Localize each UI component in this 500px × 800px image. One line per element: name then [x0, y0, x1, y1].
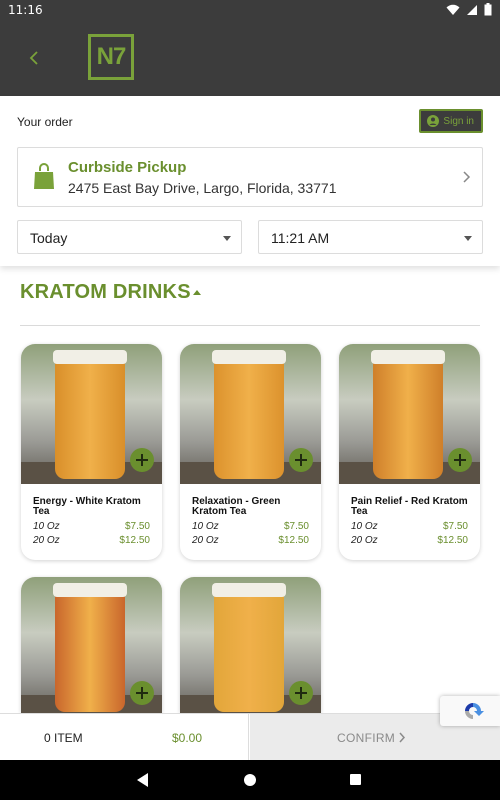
drink-glass-image — [214, 587, 284, 712]
battery-icon — [484, 3, 492, 16]
price-row: 20 Oz $12.50 — [33, 535, 150, 547]
size-label: 10 Oz — [351, 521, 378, 532]
product-card[interactable]: Relaxation - Green Kratom Tea 10 Oz $7.50 2… — [180, 344, 321, 560]
recaptcha-icon — [465, 703, 484, 719]
product-image — [21, 577, 162, 713]
pickup-address: 2475 East Bay Drive, Largo, Florida, 337… — [68, 180, 337, 196]
back-arrow-icon[interactable] — [22, 46, 46, 70]
drink-foam — [53, 350, 127, 364]
product-image — [339, 344, 480, 484]
chevron-right-icon — [399, 732, 406, 743]
nav-back-icon[interactable] — [136, 772, 150, 788]
system-nav-bar — [0, 760, 500, 800]
shopping-bag-icon — [34, 163, 54, 189]
confirm-label: CONFIRM — [337, 731, 396, 745]
nav-home-icon[interactable] — [244, 774, 256, 786]
logo: N7 — [88, 34, 134, 80]
price-value: $12.50 — [119, 535, 150, 546]
size-label: 20 Oz — [192, 535, 219, 546]
pickup-title: Curbside Pickup — [68, 159, 187, 176]
add-to-cart-plus-icon[interactable] — [289, 681, 313, 705]
product-card[interactable] — [180, 577, 321, 713]
nav-recent-icon[interactable] — [350, 774, 361, 785]
your-order-label: Your order — [17, 115, 73, 129]
pickup-day-value: Today — [30, 230, 68, 246]
size-label: 20 Oz — [33, 535, 60, 546]
drink-glass-image — [373, 354, 443, 479]
chevron-right-icon — [463, 171, 471, 183]
add-to-cart-plus-icon[interactable] — [448, 448, 472, 472]
pickup-time-value: 11:21 AM — [271, 230, 330, 246]
divider — [20, 325, 480, 326]
price-row: 10 Oz $7.50 — [33, 521, 150, 533]
cart-item-count: 0 ITEM — [44, 731, 83, 745]
drink-glass-image — [55, 354, 125, 479]
cart-bar: 0 ITEM $0.00 CONFIRM — [0, 713, 500, 761]
price-value: $7.50 — [442, 521, 468, 532]
product-name: Energy - White Kratom Tea — [33, 496, 141, 517]
price-row: 20 Oz $12.50 — [192, 535, 309, 547]
status-bar: 11:16 — [0, 0, 500, 20]
recaptcha-badge[interactable] — [440, 696, 500, 726]
price-value: $12.50 — [278, 535, 309, 546]
chevron-down-icon — [223, 236, 231, 241]
size-label: 10 Oz — [192, 521, 219, 532]
product-card[interactable]: Pain Relief - Red Kratom Tea 10 Oz $7.50 20… — [339, 344, 480, 560]
app-header: N7 — [0, 20, 500, 96]
sign-in-button[interactable]: Sign in — [419, 109, 483, 133]
product-image — [180, 344, 321, 484]
cart-total: $0.00 — [172, 731, 203, 745]
product-image — [21, 344, 162, 484]
pickup-time-select[interactable]: 11:21 AM — [258, 220, 483, 254]
status-time: 11:16 — [8, 3, 43, 17]
drink-foam — [212, 583, 286, 597]
signal-icon — [467, 4, 477, 15]
price-value: $7.50 — [283, 521, 309, 532]
price-value: $7.50 — [124, 521, 150, 532]
status-icons — [446, 3, 492, 16]
size-label: 10 Oz — [33, 521, 60, 532]
price-row: 10 Oz $7.50 — [351, 521, 468, 533]
cart-summary[interactable]: 0 ITEM $0.00 — [0, 714, 249, 761]
sign-in-label: Sign in — [443, 115, 474, 127]
add-to-cart-plus-icon[interactable] — [289, 448, 313, 472]
drink-foam — [371, 350, 445, 364]
product-name: Pain Relief - Red Kratom Tea — [351, 496, 468, 517]
chevron-down-icon — [464, 236, 472, 241]
size-label: 20 Oz — [351, 535, 378, 546]
pickup-day-select[interactable]: Today — [17, 220, 242, 254]
category-title[interactable]: KRATOM DRINKS — [20, 281, 191, 304]
pickup-location-card[interactable]: Curbside Pickup 2475 East Bay Drive, Lar… — [17, 147, 483, 207]
logo-text: N7 — [96, 43, 127, 70]
drink-glass-image — [55, 587, 125, 712]
drink-glass-image — [214, 354, 284, 479]
add-to-cart-plus-icon[interactable] — [130, 681, 154, 705]
price-value: $12.50 — [437, 535, 468, 546]
collapse-caret-icon[interactable] — [193, 290, 201, 295]
drink-foam — [53, 583, 127, 597]
product-name: Relaxation - Green Kratom Tea — [192, 496, 281, 517]
product-image — [180, 577, 321, 713]
add-to-cart-plus-icon[interactable] — [130, 448, 154, 472]
user-icon — [427, 115, 440, 127]
price-row: 10 Oz $7.50 — [192, 521, 309, 533]
wifi-icon — [446, 4, 460, 15]
product-card[interactable] — [21, 577, 162, 713]
product-card[interactable]: Energy - White Kratom Tea 10 Oz $7.50 20 Oz… — [21, 344, 162, 560]
drink-foam — [212, 350, 286, 364]
price-row: 20 Oz $12.50 — [351, 535, 468, 547]
order-panel: Your order Sign in Curbside Pickup 2475 … — [0, 96, 500, 266]
